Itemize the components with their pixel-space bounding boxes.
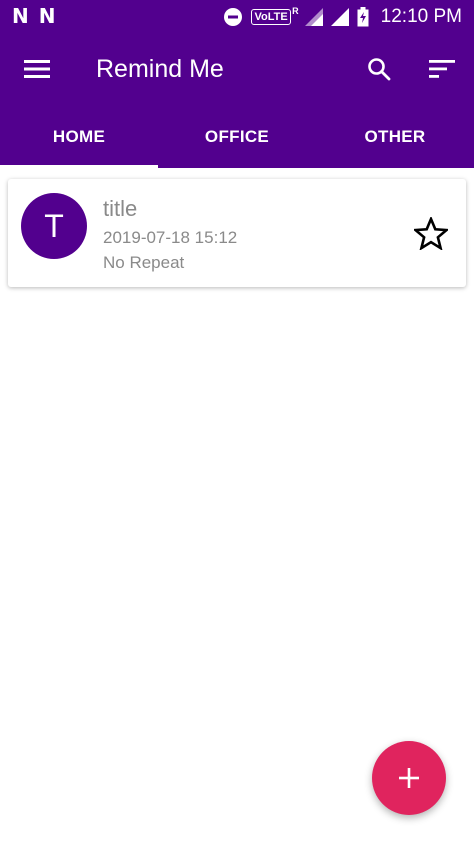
- notification-n-icon: N: [38, 4, 56, 28]
- add-reminder-button[interactable]: [372, 741, 446, 815]
- status-bar: N N VoLTE R 12:10 PM: [0, 0, 474, 33]
- signal-icon: [304, 7, 323, 26]
- reminder-card[interactable]: T title 2019-07-18 15:12 No Repeat: [8, 179, 466, 287]
- battery-charging-icon: [357, 6, 369, 27]
- reminder-repeat: No Repeat: [103, 253, 185, 272]
- favorite-button[interactable]: [413, 215, 449, 251]
- volte-label: VoLTE: [254, 10, 288, 23]
- app-bar: Remind Me: [0, 33, 474, 105]
- tab-other[interactable]: OTHER: [316, 105, 474, 168]
- roaming-indicator: R: [292, 5, 299, 16]
- clock: 12:10 PM: [380, 5, 462, 27]
- reminder-datetime: 2019-07-18 15:12: [103, 228, 238, 247]
- notification-n-icon: N: [12, 4, 29, 28]
- tab-office[interactable]: OFFICE: [158, 105, 316, 168]
- search-button[interactable]: [362, 53, 396, 85]
- tab-bar: HOME OFFICE OTHER: [0, 105, 474, 168]
- avatar: T: [21, 193, 87, 259]
- volte-icon: VoLTE R: [251, 6, 299, 25]
- search-icon: [368, 58, 391, 81]
- screen: N N VoLTE R 12:10 PM Remind Me HOME OFFI…: [0, 0, 474, 842]
- system-icons: VoLTE R 12:10 PM: [223, 0, 462, 33]
- page-title: Remind Me: [96, 55, 224, 83]
- menu-icon: [24, 60, 50, 78]
- do-not-disturb-icon: [223, 7, 243, 27]
- star-outline-icon: [414, 216, 448, 250]
- menu-button[interactable]: [20, 53, 54, 85]
- notification-icons: N N: [12, 5, 56, 27]
- reminder-title: title: [103, 196, 138, 221]
- plus-icon: [399, 768, 419, 788]
- signal-icon: [330, 7, 349, 26]
- sort-button[interactable]: [425, 53, 459, 85]
- sort-icon: [429, 60, 455, 78]
- tab-home[interactable]: HOME: [0, 105, 158, 168]
